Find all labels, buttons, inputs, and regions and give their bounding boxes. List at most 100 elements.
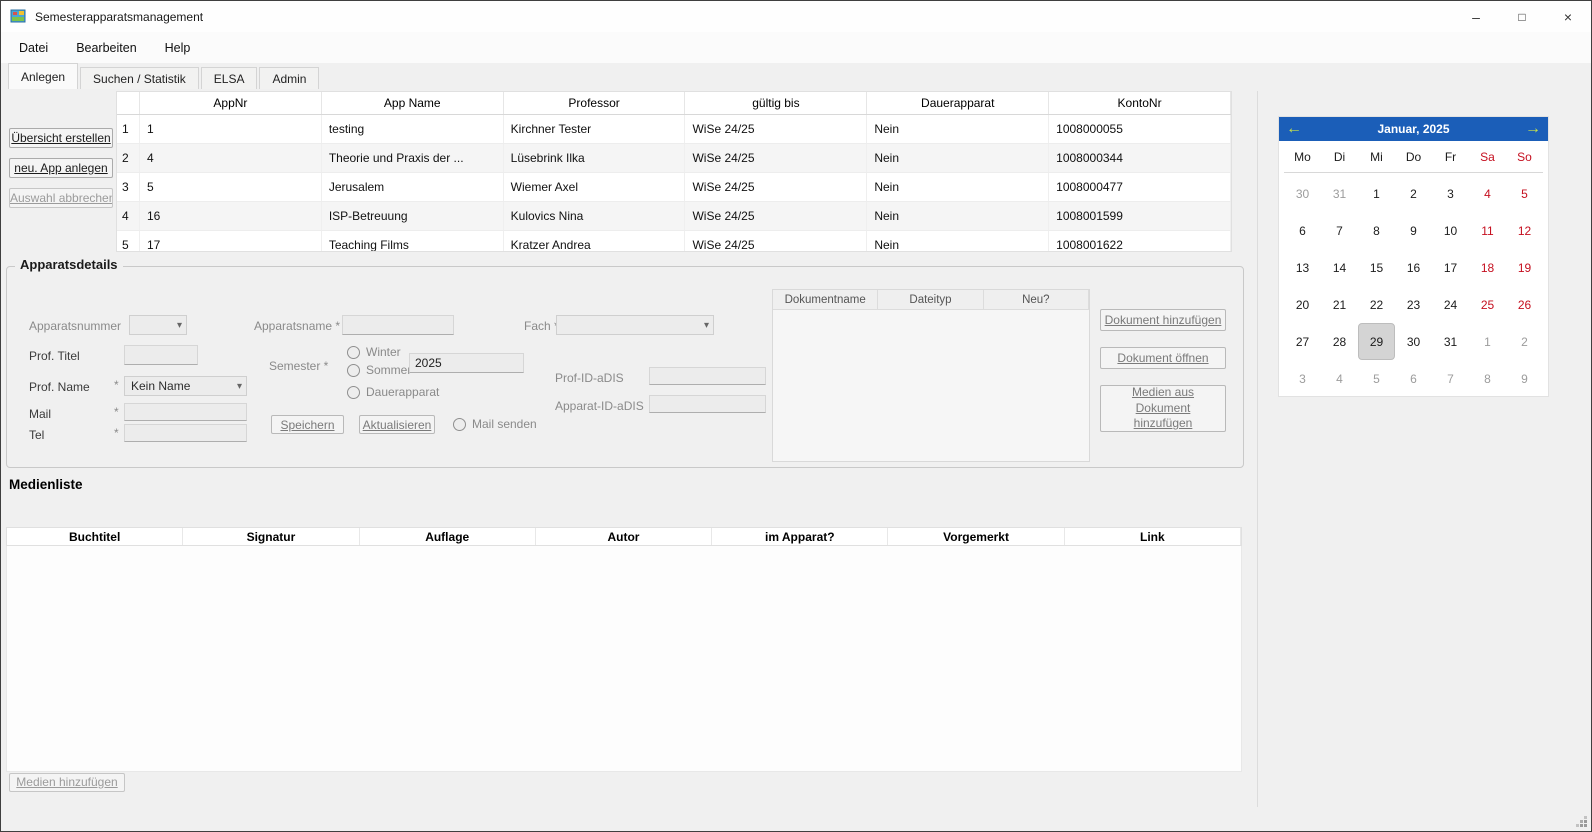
table-row[interactable]: 3 5 Jerusalem Wiemer Axel WiSe 24/25 Nei… [117, 173, 1231, 202]
table-row[interactable]: 1 1 testing Kirchner Tester WiSe 24/25 N… [117, 115, 1231, 144]
calendar-day[interactable]: 2 [1506, 323, 1543, 360]
apparat-id-adis-input[interactable] [649, 395, 766, 413]
calendar-day[interactable]: 5 [1358, 360, 1395, 397]
tab[interactable]: Admin [259, 67, 319, 89]
calendar-day[interactable]: 8 [1358, 212, 1395, 249]
column-header[interactable]: Link [1065, 528, 1241, 545]
calendar-day[interactable]: 29 [1358, 323, 1395, 360]
sidebar-button[interactable]: Auswahl abbrechen [9, 188, 113, 208]
calendar-day[interactable]: 23 [1395, 286, 1432, 323]
calendar-day[interactable]: 25 [1469, 286, 1506, 323]
tab[interactable]: Suchen / Statistik [80, 67, 199, 89]
calendar-day[interactable]: 31 [1432, 323, 1469, 360]
column-header[interactable]: Dokumentname [773, 290, 878, 309]
calendar-day[interactable]: 8 [1469, 360, 1506, 397]
column-header[interactable]: Vorgemerkt [888, 528, 1064, 545]
calendar-day[interactable]: 24 [1432, 286, 1469, 323]
column-header[interactable]: Signatur [183, 528, 359, 545]
apparatsnummer-select[interactable]: ▾ [129, 315, 187, 335]
column-header[interactable]: im Apparat? [712, 528, 888, 545]
calendar-day[interactable]: 18 [1469, 249, 1506, 286]
column-header[interactable]: Neu? [984, 290, 1089, 309]
calendar-day[interactable]: 1 [1358, 175, 1395, 212]
mail-senden-radio[interactable]: Mail senden [453, 417, 537, 431]
resize-grip[interactable] [1575, 815, 1587, 827]
table-row[interactable]: 2 4 Theorie und Praxis der ... Lüsebrink… [117, 144, 1231, 173]
menu-item[interactable]: Bearbeiten [62, 35, 150, 61]
calendar-day[interactable]: 4 [1469, 175, 1506, 212]
calendar-day[interactable]: 30 [1284, 175, 1321, 212]
calendar-day[interactable]: 12 [1506, 212, 1543, 249]
calendar-day[interactable]: 14 [1321, 249, 1358, 286]
fach-select[interactable]: ▾ [556, 315, 714, 335]
column-header[interactable]: App Name [322, 92, 504, 114]
calendar-day[interactable]: 31 [1321, 175, 1358, 212]
column-header[interactable]: Autor [536, 528, 712, 545]
semester-year-input[interactable] [409, 353, 524, 373]
mail-input[interactable] [124, 403, 247, 421]
prof-id-adis-input[interactable] [649, 367, 766, 385]
calendar-day[interactable]: 27 [1284, 323, 1321, 360]
calendar-day[interactable]: 9 [1506, 360, 1543, 397]
sidebar-button[interactable]: neu. App anlegen [9, 158, 113, 178]
tel-input[interactable] [124, 424, 247, 442]
winter-radio[interactable]: Winter [347, 345, 401, 359]
sidebar-button[interactable]: Übersicht erstellen [9, 128, 113, 148]
close-icon[interactable]: × [1545, 1, 1591, 32]
calendar-day[interactable]: 3 [1284, 360, 1321, 397]
menu-item[interactable]: Datei [5, 35, 62, 61]
calendar-next-icon[interactable]: → [1520, 117, 1546, 141]
column-header[interactable]: Buchtitel [7, 528, 183, 545]
calendar-day[interactable]: 26 [1506, 286, 1543, 323]
column-header[interactable]: Auflage [360, 528, 536, 545]
minimize-icon[interactable]: – [1453, 1, 1499, 32]
sommer-radio[interactable]: Sommer [347, 363, 411, 377]
apparatsname-input[interactable] [342, 315, 454, 335]
calendar-day[interactable]: 6 [1395, 360, 1432, 397]
calendar-day[interactable]: 28 [1321, 323, 1358, 360]
dokument-hinzufuegen-button[interactable]: Dokument hinzufügen [1100, 309, 1226, 331]
calendar-day[interactable]: 13 [1284, 249, 1321, 286]
calendar-day[interactable]: 9 [1395, 212, 1432, 249]
column-header[interactable]: KontoNr [1049, 92, 1231, 114]
calendar-day[interactable]: 21 [1321, 286, 1358, 323]
column-header[interactable]: AppNr [140, 92, 322, 114]
calendar-day[interactable]: 3 [1432, 175, 1469, 212]
calendar-prev-icon[interactable]: ← [1281, 117, 1307, 141]
aktualisieren-button[interactable]: Aktualisieren [359, 415, 435, 434]
tab[interactable]: ELSA [201, 67, 258, 89]
dokument-oeffnen-button[interactable]: Dokument öffnen [1100, 347, 1226, 369]
column-header[interactable]: Dateityp [878, 290, 983, 309]
column-header[interactable]: gültig bis [685, 92, 867, 114]
calendar-day[interactable]: 6 [1284, 212, 1321, 249]
calendar-day[interactable]: 4 [1321, 360, 1358, 397]
calendar-month-title[interactable]: Januar, 2025 [1377, 122, 1449, 136]
prof-name-select[interactable]: Kein Name ▾ [124, 376, 247, 396]
calendar-day[interactable]: 15 [1358, 249, 1395, 286]
calendar-day[interactable]: 22 [1358, 286, 1395, 323]
table-row[interactable]: 5 17 Teaching Films Kratzer Andrea WiSe … [117, 231, 1231, 252]
calendar-day[interactable]: 2 [1395, 175, 1432, 212]
calendar-day[interactable]: 11 [1469, 212, 1506, 249]
speichern-button[interactable]: Speichern [271, 415, 344, 434]
dauerapparat-radio[interactable]: Dauerapparat [347, 385, 439, 399]
calendar-day[interactable]: 10 [1432, 212, 1469, 249]
calendar-day[interactable]: 7 [1321, 212, 1358, 249]
medien-aus-dokument-button[interactable]: Medien aus Dokument hinzufügen [1100, 385, 1226, 432]
calendar-day[interactable]: 17 [1432, 249, 1469, 286]
calendar-day[interactable]: 16 [1395, 249, 1432, 286]
column-header[interactable]: Professor [504, 92, 686, 114]
calendar-day[interactable]: 7 [1432, 360, 1469, 397]
table-row[interactable]: 4 16 ISP-Betreuung Kulovics Nina WiSe 24… [117, 202, 1231, 231]
calendar-day[interactable]: 19 [1506, 249, 1543, 286]
calendar-day[interactable]: 30 [1395, 323, 1432, 360]
calendar-day[interactable]: 20 [1284, 286, 1321, 323]
column-header[interactable]: Dauerapparat [867, 92, 1049, 114]
tab[interactable]: Anlegen [8, 63, 78, 89]
medien-hinzufuegen-button[interactable]: Medien hinzufügen [9, 773, 125, 792]
menu-item[interactable]: Help [151, 35, 205, 61]
prof-titel-input[interactable] [124, 345, 198, 365]
maximize-icon[interactable]: □ [1499, 1, 1545, 32]
calendar-day[interactable]: 5 [1506, 175, 1543, 212]
calendar-day[interactable]: 1 [1469, 323, 1506, 360]
